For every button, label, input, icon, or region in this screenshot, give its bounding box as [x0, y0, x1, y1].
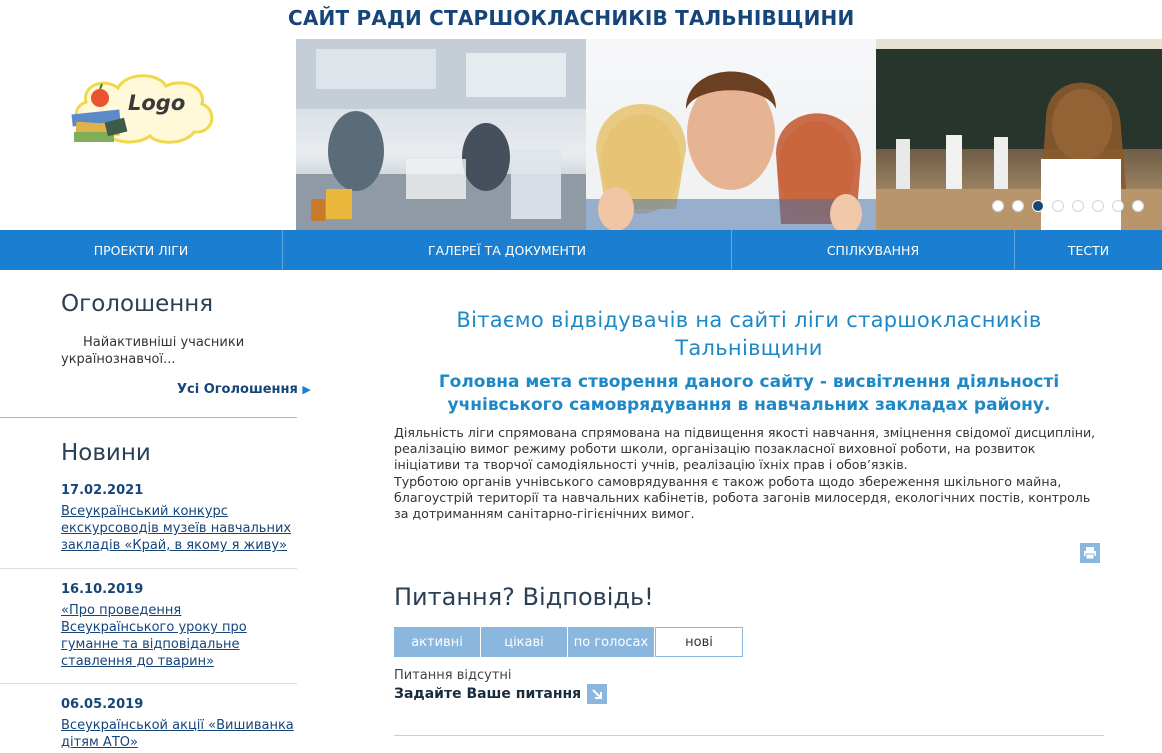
- tab-by-votes[interactable]: по голосах: [568, 627, 654, 657]
- qa-title: Питання? Відповідь!: [394, 583, 654, 611]
- hero-slider: [296, 39, 1162, 230]
- news-item: 06.05.2019 Всеукраїнськой акції «Вишиван…: [61, 697, 297, 751]
- slide-photo-students: [586, 39, 876, 230]
- news-link[interactable]: «Про проведення Всеукраїнського уроку пр…: [61, 602, 297, 670]
- tab-active[interactable]: активні: [394, 627, 480, 657]
- slider-dot[interactable]: [1072, 200, 1084, 212]
- news-date: 06.05.2019: [61, 697, 144, 712]
- description-paragraph-2: Турботою органів учнівського самоврядува…: [394, 473, 1091, 522]
- news-link[interactable]: Всеукраїнськой акції «Вишиванка дітям АТ…: [61, 717, 297, 751]
- tab-new[interactable]: нові: [655, 627, 743, 657]
- site-title: САЙТ РАДИ СТАРШОКЛАСНИКІВ ТАЛЬНІВЩИНИ: [288, 6, 855, 30]
- logo-text: Logo: [128, 91, 185, 115]
- news-date: 17.02.2021: [61, 483, 144, 498]
- divider: [0, 568, 297, 569]
- nav-item-tests[interactable]: ТЕСТИ: [1015, 230, 1162, 270]
- slider-dot[interactable]: [992, 200, 1004, 212]
- main-nav: ПРОЕКТИ ЛІГИ ГАЛЕРЕЇ ТА ДОКУМЕНТИ СПІЛКУ…: [0, 230, 1162, 270]
- description-paragraph-1: Діяльність ліги спрямована спрямована на…: [394, 425, 1096, 473]
- divider: [0, 683, 297, 684]
- arrow-down-right-icon: [587, 684, 608, 704]
- logo[interactable]: Logo: [66, 68, 218, 148]
- slider-dots: [992, 200, 1144, 212]
- nav-item-communication[interactable]: СПІЛКУВАННЯ: [732, 230, 1015, 270]
- tab-interesting[interactable]: цікаві: [481, 627, 567, 657]
- slider-dot[interactable]: [1112, 200, 1124, 212]
- slider-dot[interactable]: [1012, 200, 1024, 212]
- all-announcements-link[interactable]: Усі Оголошення ▶: [177, 382, 311, 397]
- news-item: 16.10.2019 «Про проведення Всеукраїнсько…: [61, 582, 297, 670]
- welcome-heading: Вітаємо відвідувачів на сайті ліги старш…: [456, 308, 1042, 360]
- no-questions-text: Питання відсутні: [394, 668, 512, 683]
- slider-dot[interactable]: [1132, 200, 1144, 212]
- chevron-right-icon: ▶: [302, 383, 311, 396]
- qa-tabs: активні цікаві по голосах нові: [394, 627, 744, 657]
- print-icon[interactable]: [1080, 543, 1100, 563]
- news-item: 17.02.2021 Всеукраїнський конкурс екскур…: [61, 483, 297, 554]
- nav-item-projects[interactable]: ПРОЕКТИ ЛІГИ: [0, 230, 283, 270]
- slider-dot[interactable]: [1092, 200, 1104, 212]
- slide-photo-lab: [296, 39, 586, 230]
- news-title: Новини: [61, 440, 151, 466]
- news-link[interactable]: Всеукраїнський конкурс екскурсоводів муз…: [61, 503, 297, 554]
- goal-heading: Головна мета створення даного сайту - ви…: [438, 372, 1060, 415]
- slider-dot[interactable]: [1052, 200, 1064, 212]
- all-announcements-label: Усі Оголошення: [177, 382, 298, 397]
- announcement-text[interactable]: Найактивніші учасники українознавчої...: [61, 334, 281, 368]
- divider: [394, 735, 1104, 736]
- nav-item-galleries[interactable]: ГАЛЕРЕЇ ТА ДОКУМЕНТИ: [283, 230, 732, 270]
- slider-dot[interactable]: [1032, 200, 1044, 212]
- announcements-title: Оголошення: [61, 291, 214, 317]
- news-date: 16.10.2019: [61, 582, 144, 597]
- divider: [0, 417, 297, 418]
- description: Діяльність ліги спрямована спрямована на…: [394, 425, 1104, 522]
- ask-question-link[interactable]: Задайте Ваше питання: [394, 684, 608, 704]
- ask-question-label: Задайте Ваше питання: [394, 686, 582, 702]
